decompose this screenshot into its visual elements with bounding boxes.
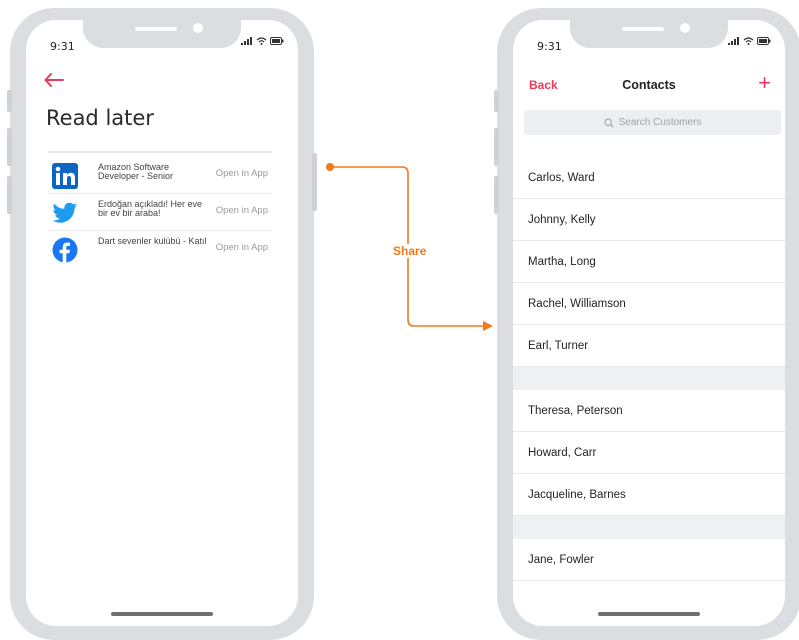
wifi-icon <box>743 37 754 45</box>
contact-row[interactable]: Earl, Turner <box>513 325 785 367</box>
search-placeholder: Search Customers <box>618 117 702 128</box>
item-title: Amazon Software Developer - Senior <box>98 163 174 181</box>
status-time: 9:31 <box>537 40 562 53</box>
arrow-left-icon <box>44 73 64 87</box>
phone-side-button <box>312 153 317 211</box>
signal-icon <box>728 37 739 45</box>
contact-row[interactable]: Rachel, Williamson <box>513 283 785 325</box>
phone-side-button <box>494 90 499 112</box>
add-contact-button[interactable]: + <box>758 72 771 94</box>
wifi-icon <box>256 37 267 45</box>
phone-frame-left: 9:31 Read later Amazon Software Develope… <box>7 8 317 640</box>
section-separator <box>513 516 785 539</box>
front-camera <box>193 23 203 33</box>
read-later-list: Amazon Software Developer - Senior Open … <box>48 157 272 267</box>
contact-row[interactable]: Jacqueline, Barnes <box>513 474 785 516</box>
list-item[interactable]: Erdoğan açıkladı! Her eve bir ev bir ara… <box>48 194 272 231</box>
contact-row[interactable]: Johnny, Kelly <box>513 199 785 241</box>
phone-side-button <box>7 128 12 166</box>
item-title: Dart sevenler kulübü - Katıl <box>98 237 207 246</box>
flow-start-dot <box>326 163 334 171</box>
screen-read-later: 9:31 Read later Amazon Software Develope… <box>26 20 298 626</box>
status-time: 9:31 <box>50 40 75 53</box>
status-icons <box>241 37 284 45</box>
phone-side-button <box>494 176 499 214</box>
search-input[interactable]: Search Customers <box>524 110 781 135</box>
phone-notch <box>83 20 241 48</box>
list-item[interactable]: Amazon Software Developer - Senior Open … <box>48 157 272 194</box>
contact-row[interactable]: Theresa, Peterson <box>513 390 785 432</box>
facebook-icon <box>52 237 78 263</box>
phone-side-button <box>7 90 12 112</box>
signal-icon <box>241 37 252 45</box>
flow-arrowhead <box>483 321 493 331</box>
front-camera <box>680 23 690 33</box>
speaker-grille <box>622 27 664 31</box>
section-separator <box>513 367 785 390</box>
title-divider <box>48 151 272 153</box>
battery-icon <box>270 37 284 45</box>
home-indicator[interactable] <box>111 612 213 616</box>
contact-row[interactable]: Jane, Fowler <box>513 539 785 581</box>
phone-side-button <box>7 176 12 214</box>
contact-row[interactable]: Howard, Carr <box>513 432 785 474</box>
open-in-app-link[interactable]: Open in App <box>216 205 268 216</box>
screen-contacts: 9:31 Back Contacts + Search Customers Ca… <box>513 20 785 626</box>
item-title: Erdoğan açıkladı! Her eve bir ev bir ara… <box>98 200 203 218</box>
list-item[interactable]: Dart sevenler kulübü - Katıl Open in App <box>48 231 272 267</box>
speaker-grille <box>135 27 177 31</box>
open-in-app-link[interactable]: Open in App <box>216 242 268 253</box>
page-title: Read later <box>46 106 154 130</box>
contact-row[interactable]: Martha, Long <box>513 241 785 283</box>
back-button[interactable] <box>44 70 64 90</box>
page-title: Contacts <box>622 78 676 92</box>
share-label: Share <box>391 244 429 258</box>
status-icons <box>728 37 771 45</box>
twitter-icon <box>52 202 77 223</box>
battery-icon <box>757 37 771 45</box>
open-in-app-link[interactable]: Open in App <box>216 168 268 179</box>
contacts-list: Carlos, Ward Johnny, Kelly Martha, Long … <box>513 157 785 581</box>
contact-row[interactable]: Carlos, Ward <box>513 157 785 199</box>
phone-notch <box>570 20 728 48</box>
search-icon <box>604 117 614 128</box>
linkedin-icon <box>52 163 78 189</box>
phone-side-button <box>494 128 499 166</box>
phone-frame-right: 9:31 Back Contacts + Search Customers Ca… <box>494 8 799 640</box>
home-indicator[interactable] <box>598 612 700 616</box>
